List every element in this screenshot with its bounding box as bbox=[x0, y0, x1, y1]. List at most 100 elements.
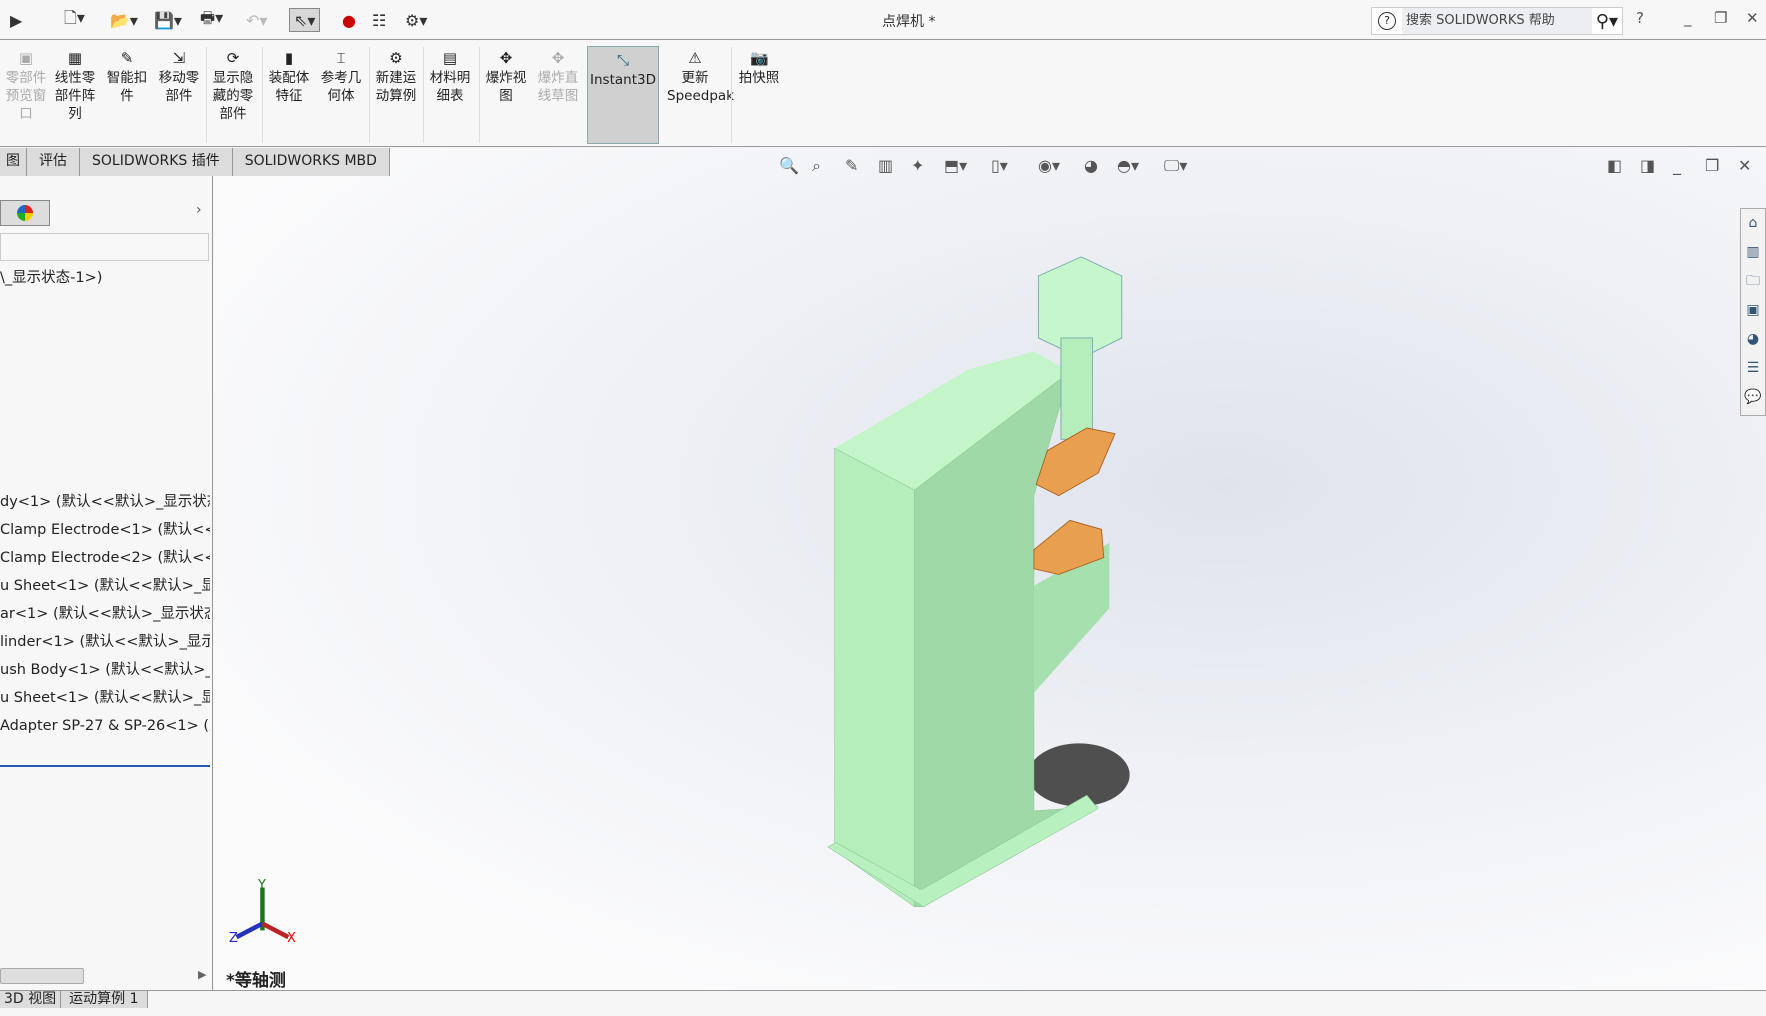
instant3d-button[interactable]: ⤡ Instant3D bbox=[587, 46, 659, 144]
help-search-input[interactable]: ? 搜索 SOLIDWORKS 帮助 ⚲▾ bbox=[1371, 7, 1623, 35]
tree-item[interactable]: u Sheet<1> (默认<<默认>_显 bbox=[0, 686, 210, 707]
exploded-view-button[interactable]: ✥ 爆炸视图 bbox=[480, 45, 532, 105]
horizontal-scrollbar[interactable] bbox=[0, 968, 84, 984]
assembly-features-button[interactable]: ▮ 装配体特征 bbox=[263, 45, 315, 105]
bottom-tabs: 3D 视图 运动算例 1 bbox=[0, 990, 1766, 1008]
viewport-prev-icon[interactable]: ◧ bbox=[1607, 156, 1622, 175]
appearances-icon[interactable]: ◕ bbox=[1741, 325, 1765, 354]
tree-root[interactable]: \_显示状态-1>) bbox=[0, 266, 210, 287]
home-icon[interactable]: ⌂ bbox=[1741, 209, 1765, 238]
graphics-area[interactable]: 🔍 ⌕ ✎ ▥ ✦ ⬒▾ ▯▾ ◉▾ ◕ ◓▾ 🖵▾ ◧ ◨ _ ❐ ✕ bbox=[214, 148, 1766, 990]
explode-icon: ✥ bbox=[499, 49, 513, 67]
speedpak-icon: ⚠ bbox=[688, 49, 702, 67]
tree-item[interactable]: dy<1> (默认<<默认>_显示状态 bbox=[0, 490, 210, 511]
search-icon[interactable]: ⚲▾ bbox=[1592, 11, 1622, 32]
reference-geometry-button[interactable]: ⌶ 参考几何体 bbox=[315, 45, 367, 105]
search-placeholder: 搜索 SOLIDWORKS 帮助 bbox=[1402, 8, 1592, 34]
tab-evaluate[interactable]: 评估 bbox=[27, 148, 80, 176]
explode-line-icon: ✥ bbox=[551, 49, 565, 67]
tree-item[interactable]: Adapter SP-27 & SP-26<1> (默 bbox=[0, 714, 210, 735]
undo-icon[interactable]: ↶▾ bbox=[246, 8, 267, 32]
viewport-restore-button[interactable]: ❐ bbox=[1705, 156, 1719, 175]
print-icon[interactable]: 🖶▾ bbox=[200, 8, 223, 32]
dynamic-annotation-icon[interactable]: ✦ bbox=[911, 156, 924, 175]
restore-button[interactable]: ❐ bbox=[1714, 9, 1727, 27]
options-gear-icon[interactable]: ⚙▾ bbox=[405, 8, 427, 32]
bom-button[interactable]: ▤ 材料明细表 bbox=[424, 45, 476, 105]
view-orientation-icon[interactable]: ⬒▾ bbox=[944, 156, 967, 175]
scene-icon[interactable]: ◓▾ bbox=[1117, 156, 1139, 175]
pattern-icon: ▦ bbox=[67, 49, 83, 67]
command-tabs: 图 评估 SOLIDWORKS 插件 SOLIDWORKS MBD bbox=[0, 148, 390, 176]
previous-view-icon[interactable]: ✎ bbox=[845, 156, 858, 175]
feature-manager-panel: › \_显示状态-1>) dy<1> (默认<<默认>_显示状态 Clamp E… bbox=[0, 176, 213, 990]
tree-item[interactable]: Clamp Electrode<1> (默认<< bbox=[0, 518, 210, 539]
panel-scroll-right-icon[interactable]: › bbox=[196, 202, 202, 218]
rebuild-icon[interactable]: ● bbox=[342, 8, 356, 32]
instant3d-icon: ⤡ bbox=[616, 51, 629, 69]
update-speedpak-button[interactable]: ⚠ 更新 Speedpak bbox=[667, 45, 734, 105]
view-settings-icon[interactable]: 🖵▾ bbox=[1164, 156, 1187, 176]
viewport-minimize-button[interactable]: _ bbox=[1673, 156, 1681, 175]
zoom-area-icon[interactable]: ⌕ bbox=[812, 156, 821, 176]
document-title: 点焊机 * bbox=[882, 14, 936, 30]
new-document-icon[interactable]: 🗋▾ bbox=[64, 8, 85, 32]
appearance-tab[interactable] bbox=[0, 200, 50, 226]
save-icon[interactable]: 💾▾ bbox=[154, 8, 182, 32]
tab-motion-study-1[interactable]: 运动算例 1 bbox=[61, 991, 148, 1008]
viewport-next-icon[interactable]: ◨ bbox=[1640, 156, 1655, 175]
view-palette-icon[interactable]: ▣ bbox=[1741, 296, 1765, 325]
minimize-button[interactable]: _ bbox=[1684, 9, 1692, 27]
expand-menu-icon[interactable]: ▶ bbox=[10, 8, 22, 32]
component-preview-button[interactable]: ▣ 零部件预览窗口 bbox=[0, 45, 52, 123]
table-icon: ▤ bbox=[442, 49, 458, 67]
view-orientation-label: *等轴测 bbox=[226, 971, 286, 991]
move-icon: ⇲ bbox=[172, 49, 186, 67]
edit-appearance-icon[interactable]: ◕ bbox=[1084, 156, 1098, 175]
reference-geometry-icon: ⌶ bbox=[336, 49, 346, 67]
file-explorer-icon[interactable]: 🗀 bbox=[1741, 267, 1765, 296]
zoom-to-fit-icon[interactable]: 🔍 bbox=[779, 156, 799, 175]
x-axis-label: X bbox=[287, 931, 296, 946]
smart-fasteners-button[interactable]: ✎ 智能扣件 bbox=[101, 45, 153, 105]
tree-item[interactable]: linder<1> (默认<<默认>_显示 bbox=[0, 630, 210, 651]
filter-input[interactable] bbox=[0, 233, 209, 261]
close-button[interactable]: ✕ bbox=[1746, 9, 1759, 27]
tree-item[interactable]: Clamp Electrode<2> (默认<< bbox=[0, 546, 210, 567]
rollback-bar[interactable] bbox=[0, 765, 210, 767]
forum-icon[interactable]: 💬 bbox=[1741, 383, 1765, 412]
viewport-close-button[interactable]: ✕ bbox=[1738, 156, 1751, 175]
section-view-icon[interactable]: ▥ bbox=[878, 156, 893, 175]
custom-properties-icon[interactable]: ☰ bbox=[1741, 354, 1765, 383]
appearance-icon bbox=[17, 205, 33, 221]
task-pane-tabs: ⌂ ▥ 🗀 ▣ ◕ ☰ 💬 bbox=[1740, 208, 1766, 416]
explode-line-sketch-button[interactable]: ✥ 爆炸直线草图 bbox=[532, 45, 584, 105]
open-icon[interactable]: 📂▾ bbox=[110, 8, 138, 32]
take-snapshot-button[interactable]: 📷 拍快照 bbox=[733, 45, 785, 87]
new-motion-study-button[interactable]: ⚙ 新建运动算例 bbox=[370, 45, 422, 105]
display-style-icon[interactable]: ▯▾ bbox=[991, 156, 1008, 175]
scroll-right-arrow-icon[interactable]: ▶ bbox=[198, 968, 206, 981]
design-library-icon[interactable]: ▥ bbox=[1741, 238, 1765, 267]
tab-addins[interactable]: SOLIDWORKS 插件 bbox=[80, 148, 233, 176]
tab-3d-view[interactable]: 3D 视图 bbox=[0, 991, 62, 1008]
help-menu-button[interactable]: ? bbox=[1636, 9, 1644, 27]
fastener-icon: ✎ bbox=[120, 49, 134, 67]
y-axis-label: Y bbox=[258, 878, 266, 893]
hide-show-icon[interactable]: ◉▾ bbox=[1038, 156, 1060, 175]
tree-item[interactable]: u Sheet<1> (默认<<默认>_显 bbox=[0, 574, 210, 595]
assembly-feature-icon: ▮ bbox=[284, 49, 294, 67]
linear-pattern-button[interactable]: ▦ 线性零部件阵列 bbox=[49, 45, 101, 123]
tree-item[interactable]: ush Body<1> (默认<<默认>_显 bbox=[0, 658, 210, 679]
command-manager: ▣ 零部件预览窗口 ▦ 线性零部件阵列 ✎ 智能扣件 ⇲ 移动零部件 ⟳ 显示隐藏的零部件… bbox=[0, 41, 1766, 147]
tab-view[interactable]: 图 bbox=[0, 148, 27, 176]
file-properties-icon[interactable]: ☷ bbox=[372, 8, 386, 32]
tab-mbd[interactable]: SOLIDWORKS MBD bbox=[232, 148, 390, 176]
z-axis-label: Z bbox=[229, 931, 238, 946]
show-hidden-icon: ⟳ bbox=[226, 49, 240, 67]
show-hidden-button[interactable]: ⟳ 显示隐藏的零部件 bbox=[207, 45, 259, 123]
move-component-button[interactable]: ⇲ 移动零部件 bbox=[153, 45, 205, 105]
tree-item[interactable]: ar<1> (默认<<默认>_显示状态 bbox=[0, 602, 210, 623]
title-bar: ▶ 🗋▾ 📂▾ 💾▾ 🖶▾ ↶▾ ⇖▾ ● ☷ ⚙▾ 点焊机 * ? 搜索 SO… bbox=[0, 0, 1766, 40]
select-icon[interactable]: ⇖▾ bbox=[289, 8, 321, 32]
